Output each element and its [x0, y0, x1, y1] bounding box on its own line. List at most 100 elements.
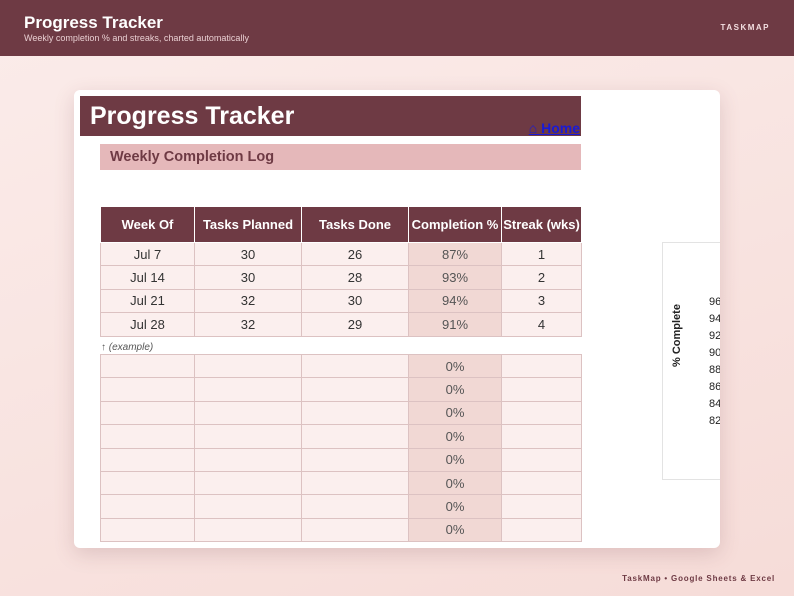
chart-y-tick: 84	[709, 398, 720, 410]
cell[interactable]	[301, 353, 409, 379]
cell[interactable]: 0%	[408, 494, 502, 519]
cell[interactable]: Jul 28	[100, 312, 195, 337]
cell[interactable]	[100, 517, 195, 543]
cell[interactable]	[194, 377, 302, 402]
cell[interactable]: 30	[194, 265, 302, 290]
chart-y-tick: 94	[709, 313, 720, 325]
header-row: Week Of Tasks Planned Tasks Done Complet…	[100, 206, 582, 243]
cell[interactable]	[501, 424, 582, 449]
cell[interactable]	[501, 353, 582, 379]
cell[interactable]	[194, 424, 302, 449]
cell[interactable]: 3	[501, 288, 582, 314]
table-row: Jul 28 32 29 91% 4	[100, 312, 582, 337]
cell[interactable]: 87%	[408, 241, 502, 267]
cell[interactable]	[501, 494, 582, 519]
cell[interactable]	[301, 517, 409, 543]
sheet-title: Progress Tracker	[90, 102, 295, 130]
chart-y-axis-label: % Complete	[671, 304, 683, 367]
col-header[interactable]: Completion %	[408, 206, 502, 243]
cell[interactable]	[100, 353, 195, 379]
cell[interactable]: 0%	[408, 353, 502, 379]
cell[interactable]: 2	[501, 265, 582, 290]
cell[interactable]: 4	[501, 312, 582, 337]
cell[interactable]	[501, 517, 582, 543]
col-header[interactable]: Week Of	[100, 206, 195, 243]
cell[interactable]: 29	[301, 312, 409, 337]
cell[interactable]	[100, 494, 195, 519]
table-row: Jul 21 32 30 94% 3	[100, 288, 582, 314]
chart-y-tick: 86	[709, 381, 720, 393]
embedded-chart[interactable]: % Complete 96 94 92 90 88 86 84 82	[662, 242, 720, 480]
cell[interactable]	[501, 447, 582, 472]
cell[interactable]	[301, 424, 409, 449]
cell[interactable]	[100, 377, 195, 402]
cell[interactable]	[194, 470, 302, 496]
cell[interactable]: 93%	[408, 265, 502, 290]
section-header: Weekly Completion Log	[100, 144, 581, 170]
table-row: Jul 7 30 26 87% 1	[100, 241, 582, 267]
cell[interactable]: Jul 7	[100, 241, 195, 267]
example-note: ↑ (example)	[101, 342, 154, 353]
brand-label: TASKMAP	[720, 23, 770, 32]
cell[interactable]: 32	[194, 312, 302, 337]
cell[interactable]	[301, 470, 409, 496]
cell[interactable]	[301, 447, 409, 472]
cell[interactable]: 0%	[408, 447, 502, 472]
cell[interactable]	[194, 353, 302, 379]
chart-y-tick: 88	[709, 364, 720, 376]
cell[interactable]: Jul 21	[100, 288, 195, 314]
top-banner: Progress Tracker Weekly completion % and…	[0, 0, 794, 56]
cell[interactable]	[501, 377, 582, 402]
spreadsheet-card: Progress Tracker ⌂ Home Weekly Completio…	[74, 90, 720, 548]
cell[interactable]	[301, 400, 409, 426]
chart-y-tick: 82	[709, 415, 720, 427]
cell[interactable]	[194, 494, 302, 519]
chart-y-tick: 90	[709, 347, 720, 359]
table-row: 0%	[100, 447, 582, 472]
cell[interactable]	[194, 447, 302, 472]
section-title: Weekly Completion Log	[110, 149, 275, 165]
cell[interactable]: 30	[194, 241, 302, 267]
cell[interactable]: 32	[194, 288, 302, 314]
cell[interactable]	[301, 494, 409, 519]
cell[interactable]: 94%	[408, 288, 502, 314]
table-row: Jul 14 30 28 93% 2	[100, 265, 582, 290]
cell[interactable]: Jul 14	[100, 265, 195, 290]
footer-credit: TaskMap • Google Sheets & Excel	[622, 574, 775, 583]
table-row: 0%	[100, 517, 582, 543]
cell[interactable]: 0%	[408, 377, 502, 402]
table-row: 0%	[100, 400, 582, 426]
cell[interactable]	[100, 447, 195, 472]
table-row: 0%	[100, 353, 582, 379]
cell[interactable]	[100, 424, 195, 449]
cell[interactable]: 0%	[408, 400, 502, 426]
cell[interactable]	[100, 470, 195, 496]
chart-y-tick: 92	[709, 330, 720, 342]
cell[interactable]: 0%	[408, 517, 502, 543]
cell[interactable]: 91%	[408, 312, 502, 337]
col-header[interactable]: Tasks Planned	[194, 206, 302, 243]
completion-table: Week Of Tasks Planned Tasks Done Complet…	[100, 206, 582, 337]
cell[interactable]	[301, 377, 409, 402]
home-link[interactable]: ⌂ Home	[529, 120, 580, 136]
col-header[interactable]: Streak (wks)	[501, 206, 582, 243]
cell[interactable]: 26	[301, 241, 409, 267]
col-header[interactable]: Tasks Done	[301, 206, 409, 243]
table-row: 0%	[100, 377, 582, 402]
cell[interactable]: 1	[501, 241, 582, 267]
entry-table: 0% 0% 0% 0% 0% 0% 0% 0%	[100, 353, 582, 543]
cell[interactable]: 30	[301, 288, 409, 314]
cell[interactable]	[501, 470, 582, 496]
app-title: Progress Tracker	[24, 13, 163, 32]
table-row: 0%	[100, 494, 582, 519]
cell[interactable]: 0%	[408, 424, 502, 449]
cell[interactable]: 28	[301, 265, 409, 290]
sheet-title-bar: Progress Tracker ⌂ Home	[80, 96, 581, 136]
cell[interactable]	[194, 517, 302, 543]
table-row: 0%	[100, 424, 582, 449]
table-row: 0%	[100, 470, 582, 496]
cell[interactable]	[194, 400, 302, 426]
cell[interactable]	[100, 400, 195, 426]
cell[interactable]	[501, 400, 582, 426]
cell[interactable]: 0%	[408, 470, 502, 496]
